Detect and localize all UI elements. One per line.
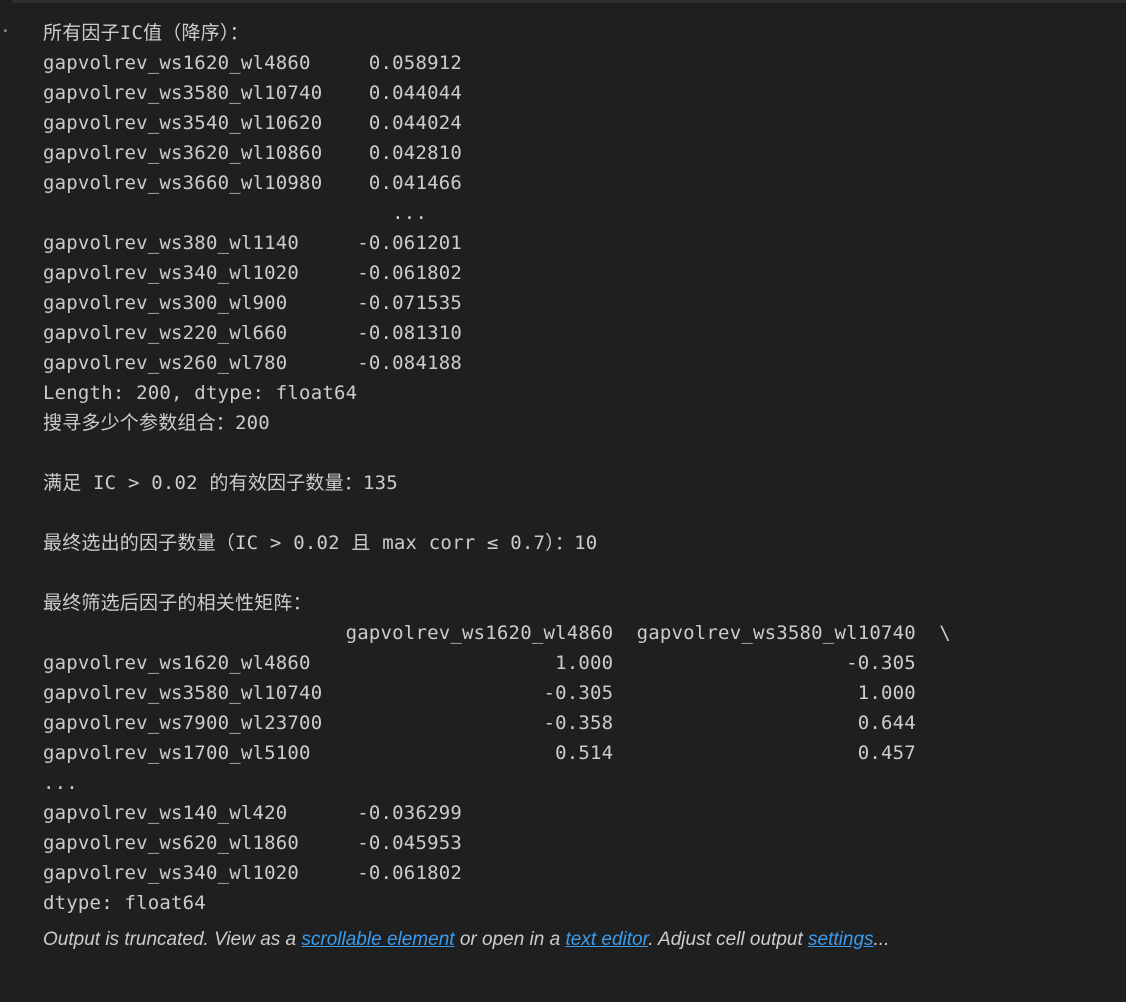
output-truncated-notice: Output is truncated. View as a scrollabl… <box>43 926 889 954</box>
output-line: gapvolrev_ws300_wl900 -0.071535 <box>43 292 463 314</box>
output-line: Length: 200, dtype: float64 <box>43 382 358 404</box>
output-line: 搜寻多少个参数组合：200 <box>43 412 270 434</box>
truncated-suffix-text: ... <box>873 929 890 950</box>
text-editor-link[interactable]: text editor <box>565 929 648 950</box>
output-line: ... <box>43 202 463 224</box>
output-line: 最终筛选后因子的相关性矩阵： <box>43 592 312 614</box>
cell-top-border <box>12 0 1126 3</box>
output-line: dtype: float64 <box>43 892 206 914</box>
output-line: gapvolrev_ws380_wl1140 -0.061201 <box>43 232 463 254</box>
settings-link[interactable]: settings <box>808 929 873 950</box>
output-line: gapvolrev_ws3540_wl10620 0.044024 <box>43 112 463 134</box>
output-line: gapvolrev_ws140_wl420 -0.036299 <box>43 802 463 824</box>
output-line: gapvolrev_ws340_wl1020 -0.061802 <box>43 862 463 884</box>
output-line: 满足 IC > 0.02 的有效因子数量：135 <box>43 472 398 494</box>
truncated-prefix-text: Output is truncated. View as a <box>43 929 302 950</box>
output-line: 最终选出的因子数量（IC > 0.02 且 max corr ≤ 0.7）：10 <box>43 532 598 554</box>
output-line: gapvolrev_ws260_wl780 -0.084188 <box>43 352 463 374</box>
output-line: ... <box>43 772 78 794</box>
output-line: gapvolrev_ws1620_wl4860 1.000 -0.305 <box>43 652 916 674</box>
output-line: gapvolrev_ws1700_wl5100 0.514 0.457 <box>43 742 916 764</box>
output-line: 所有因子IC值（降序）： <box>43 22 249 44</box>
output-line: gapvolrev_ws1620_wl4860 gapvolrev_ws3580… <box>43 622 951 644</box>
scrollable-element-link[interactable]: scrollable element <box>301 929 454 950</box>
output-line: gapvolrev_ws3580_wl10740 -0.305 1.000 <box>43 682 916 704</box>
cell-gutter-marker: · <box>0 21 11 42</box>
output-line: gapvolrev_ws220_wl660 -0.081310 <box>43 322 463 344</box>
truncated-middle2-text: . Adjust cell output <box>648 929 809 950</box>
cell-output[interactable]: 所有因子IC值（降序）： gapvolrev_ws1620_wl4860 0.05… <box>43 18 1103 918</box>
output-line: gapvolrev_ws620_wl1860 -0.045953 <box>43 832 463 854</box>
output-line: gapvolrev_ws7900_wl23700 -0.358 0.644 <box>43 712 916 734</box>
output-line: gapvolrev_ws3660_wl10980 0.041466 <box>43 172 463 194</box>
truncated-middle-text: or open in a <box>454 929 566 950</box>
output-line: gapvolrev_ws1620_wl4860 0.058912 <box>43 52 463 74</box>
output-line: gapvolrev_ws3620_wl10860 0.042810 <box>43 142 463 164</box>
output-line: gapvolrev_ws340_wl1020 -0.061802 <box>43 262 463 284</box>
output-line: gapvolrev_ws3580_wl10740 0.044044 <box>43 82 463 104</box>
